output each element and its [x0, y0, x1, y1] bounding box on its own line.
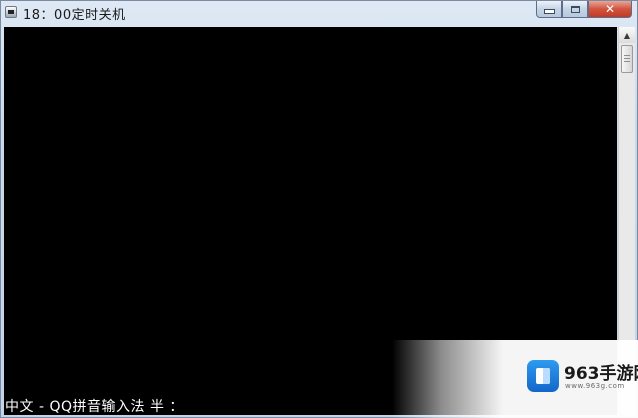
- title-bar[interactable]: 18：00定时关机 ✕: [1, 1, 637, 25]
- maximize-icon: [570, 5, 580, 13]
- ime-status-text: 中文 - QQ拼音输入法 半 ：: [5, 399, 184, 415]
- watermark-logo-icon: [527, 360, 559, 392]
- scroll-thumb[interactable]: [621, 45, 633, 73]
- window-title: 18：00定时关机: [23, 8, 126, 23]
- maximize-button[interactable]: [562, 1, 588, 18]
- console-app-icon[interactable]: [5, 6, 17, 18]
- minimize-icon: [543, 9, 555, 14]
- arrow-up-icon: ▲: [623, 30, 631, 40]
- close-icon: ✕: [604, 2, 616, 16]
- watermark-name: 963手游网: [564, 364, 638, 384]
- watermark: 963手游网 www.963g.com: [392, 340, 638, 418]
- minimize-button[interactable]: [536, 1, 562, 18]
- scroll-up-button[interactable]: ▲: [619, 27, 635, 43]
- watermark-url: www.963g.com: [565, 382, 625, 390]
- close-button[interactable]: ✕: [588, 1, 632, 18]
- caption-buttons: ✕: [536, 1, 632, 19]
